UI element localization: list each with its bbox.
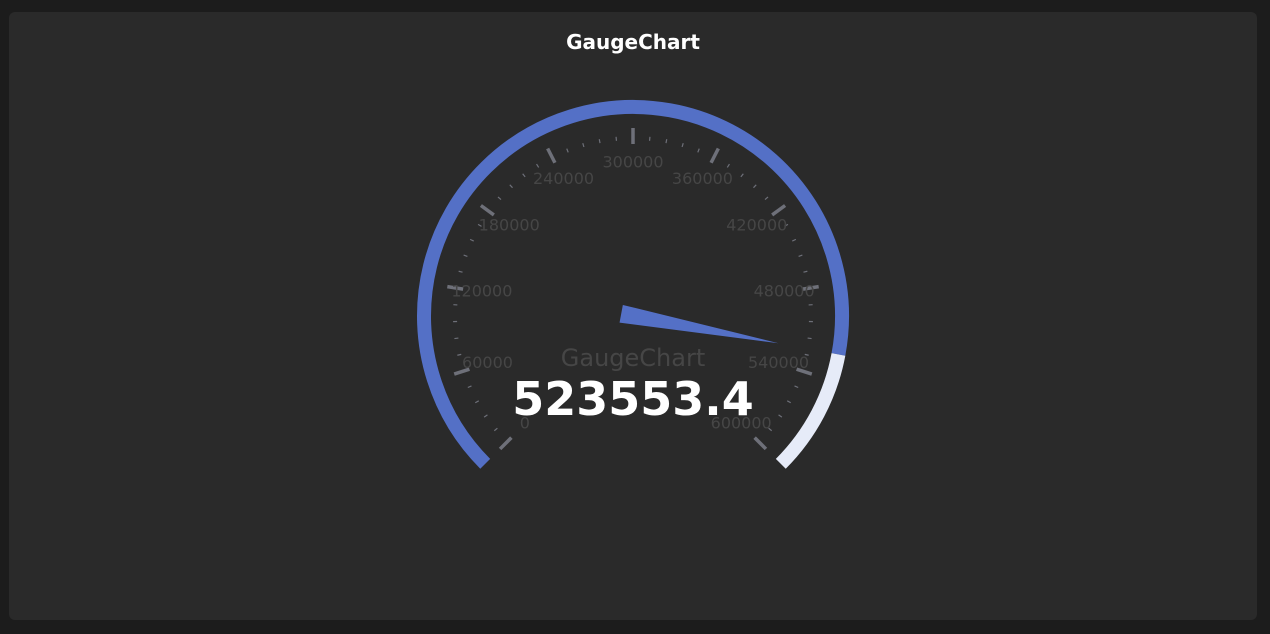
gauge-tick-label: 180000 <box>479 216 540 235</box>
gauge-minor-tick <box>598 139 601 144</box>
gauge-minor-tick <box>474 400 480 404</box>
gauge-major-tick <box>709 147 720 164</box>
gauge-minor-tick <box>536 163 540 168</box>
gauge-minor-tick <box>786 400 792 404</box>
gauge-chart: 0600001200001800002400003000003600004200… <box>417 100 849 469</box>
gauge-value: 523553.4 <box>512 372 754 426</box>
gauge-major-tick <box>753 436 768 451</box>
gauge-minor-tick <box>791 238 797 242</box>
gauge-major-tick <box>771 204 787 217</box>
gauge-minor-tick <box>697 148 700 153</box>
gauge-minor-tick <box>764 196 769 201</box>
gauge-tick-label: 120000 <box>451 282 512 301</box>
gauge-major-tick <box>479 204 495 217</box>
gauge-minor-tick <box>497 196 502 201</box>
gauge-tick-label: 60000 <box>462 353 513 372</box>
gauge-major-tick <box>498 436 513 451</box>
gauge-minor-tick <box>582 142 585 148</box>
gauge-major-tick <box>546 147 557 164</box>
gauge-minor-tick <box>665 139 668 144</box>
gauge-minor-tick <box>681 142 684 148</box>
gauge-minor-tick <box>740 173 744 178</box>
gauge-tick-label: 540000 <box>748 353 809 372</box>
gauge-tick-label: 480000 <box>754 282 815 301</box>
gauge-minor-tick <box>458 270 463 273</box>
gauge-minor-tick <box>566 148 569 153</box>
gauge-minor-tick <box>457 353 462 356</box>
gauge-series-name: GaugeChart <box>561 344 705 372</box>
gauge-tick-label: 360000 <box>672 169 733 188</box>
gauge-minor-tick <box>493 427 498 432</box>
gauge-tick-label: 420000 <box>726 216 787 235</box>
gauge-minor-tick <box>803 270 808 273</box>
gauge-minor-tick <box>469 238 475 242</box>
gauge-minor-tick <box>778 414 783 418</box>
gauge-minor-tick <box>467 385 472 389</box>
gauge-tick-label: 300000 <box>602 153 663 172</box>
gauge-minor-tick <box>807 337 812 340</box>
gauge-minor-tick <box>522 173 526 178</box>
gauge-minor-tick <box>726 163 730 168</box>
gauge-minor-tick <box>798 254 803 257</box>
gauge-tick-label: 240000 <box>533 169 594 188</box>
gauge-minor-tick <box>753 184 757 189</box>
gauge-minor-tick <box>509 184 513 189</box>
gauge-minor-tick <box>483 414 488 418</box>
gauge-minor-tick <box>794 385 799 389</box>
gauge-minor-tick <box>463 254 468 257</box>
gauge-pointer <box>619 304 779 344</box>
gauge-minor-tick <box>454 337 459 340</box>
